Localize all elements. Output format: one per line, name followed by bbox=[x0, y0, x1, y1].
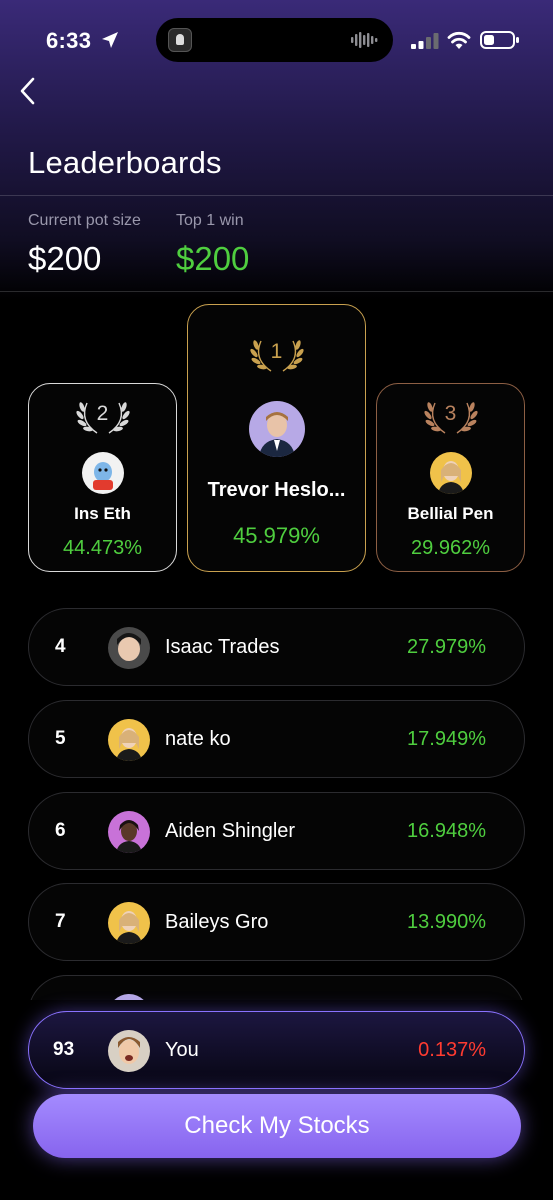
podium-name: Bellial Pen bbox=[407, 504, 494, 523]
avatar bbox=[108, 994, 150, 1000]
ranking-row[interactable]: 7 Baileys Gro 13.990% bbox=[28, 883, 525, 961]
avatar bbox=[81, 452, 124, 494]
status-bar: 6:33 bbox=[0, 0, 553, 80]
row-rank: 7 bbox=[55, 911, 66, 932]
avatar bbox=[108, 719, 150, 761]
ranking-row[interactable]: 5 nate ko 17.949% bbox=[28, 700, 525, 778]
gold-laurel-icon: 1 bbox=[247, 335, 307, 375]
ranking-list[interactable]: 4 Isaac Trades 27.979% 5 nate ko 17.949%… bbox=[0, 600, 553, 1000]
ranking-row-partial[interactable] bbox=[28, 975, 525, 1000]
battery-icon bbox=[480, 31, 519, 49]
row-name: Aiden Shingler bbox=[165, 820, 296, 842]
row-percent: 27.979% bbox=[407, 636, 486, 658]
ranking-row[interactable]: 6 Aiden Shingler 16.948% bbox=[28, 792, 525, 870]
avatar bbox=[248, 401, 305, 457]
row-name: nate ko bbox=[165, 728, 231, 750]
avatar bbox=[108, 627, 150, 669]
status-time: 6:33 bbox=[46, 28, 92, 53]
row-rank: 6 bbox=[55, 820, 66, 841]
stats-divider bbox=[0, 291, 553, 292]
now-playing-app-icon bbox=[168, 28, 192, 52]
wifi-icon bbox=[447, 31, 471, 49]
row-rank: 4 bbox=[55, 636, 66, 657]
row-name: Isaac Trades bbox=[165, 636, 280, 658]
podium-rank: 3 bbox=[444, 402, 457, 425]
podium-percent: 45.979% bbox=[233, 523, 320, 548]
podium-card-third[interactable]: 3 Bellial Pen 29.962% bbox=[376, 383, 525, 572]
bronze-laurel-icon: 3 bbox=[421, 397, 481, 437]
audio-wave-icon bbox=[351, 32, 378, 48]
location-arrow-icon bbox=[102, 32, 118, 48]
current-user-row[interactable]: 93 You 0.137% bbox=[28, 1011, 525, 1089]
ranking-row[interactable]: 4 Isaac Trades 27.979% bbox=[28, 608, 525, 686]
cellular-signal-icon bbox=[411, 33, 439, 49]
row-percent: 17.949% bbox=[407, 728, 486, 750]
podium-card-first[interactable]: 1 Trevor Heslo... 45.979% bbox=[187, 304, 366, 572]
leaderboard-screen: 6:33 Leaderboards Current pot size $200 … bbox=[0, 0, 553, 1200]
page-title: Leaderboards bbox=[28, 145, 222, 180]
podium-name: Ins Eth bbox=[74, 504, 131, 523]
pot-size-value: $200 bbox=[28, 240, 102, 277]
row-name: Baileys Gro bbox=[165, 911, 269, 933]
podium-percent: 44.473% bbox=[63, 537, 142, 559]
check-my-stocks-button[interactable]: Check My Stocks bbox=[33, 1094, 521, 1158]
podium-rank: 1 bbox=[270, 340, 283, 363]
silver-laurel-icon: 2 bbox=[73, 397, 133, 437]
user-avatar bbox=[108, 1030, 150, 1072]
user-name: You bbox=[165, 1039, 199, 1061]
avatar bbox=[429, 452, 472, 494]
avatar bbox=[108, 902, 150, 944]
top-win-label: Top 1 win bbox=[176, 212, 244, 229]
dynamic-island bbox=[156, 18, 393, 62]
row-percent: 16.948% bbox=[407, 820, 486, 842]
podium-card-second[interactable]: 2 Ins Eth 44.473% bbox=[28, 383, 177, 572]
row-percent: 13.990% bbox=[407, 911, 486, 933]
podium-percent: 29.962% bbox=[411, 537, 490, 559]
user-rank: 93 bbox=[53, 1039, 75, 1060]
back-chevron-icon[interactable] bbox=[14, 74, 44, 108]
top-win-value: $200 bbox=[176, 240, 250, 277]
pot-size-label: Current pot size bbox=[28, 212, 141, 229]
podium-rank: 2 bbox=[96, 402, 109, 425]
header-divider bbox=[0, 195, 553, 196]
podium-name: Trevor Heslo... bbox=[207, 479, 346, 501]
user-percent: 0.137% bbox=[418, 1039, 486, 1061]
avatar bbox=[108, 811, 150, 853]
row-rank: 5 bbox=[55, 728, 66, 749]
